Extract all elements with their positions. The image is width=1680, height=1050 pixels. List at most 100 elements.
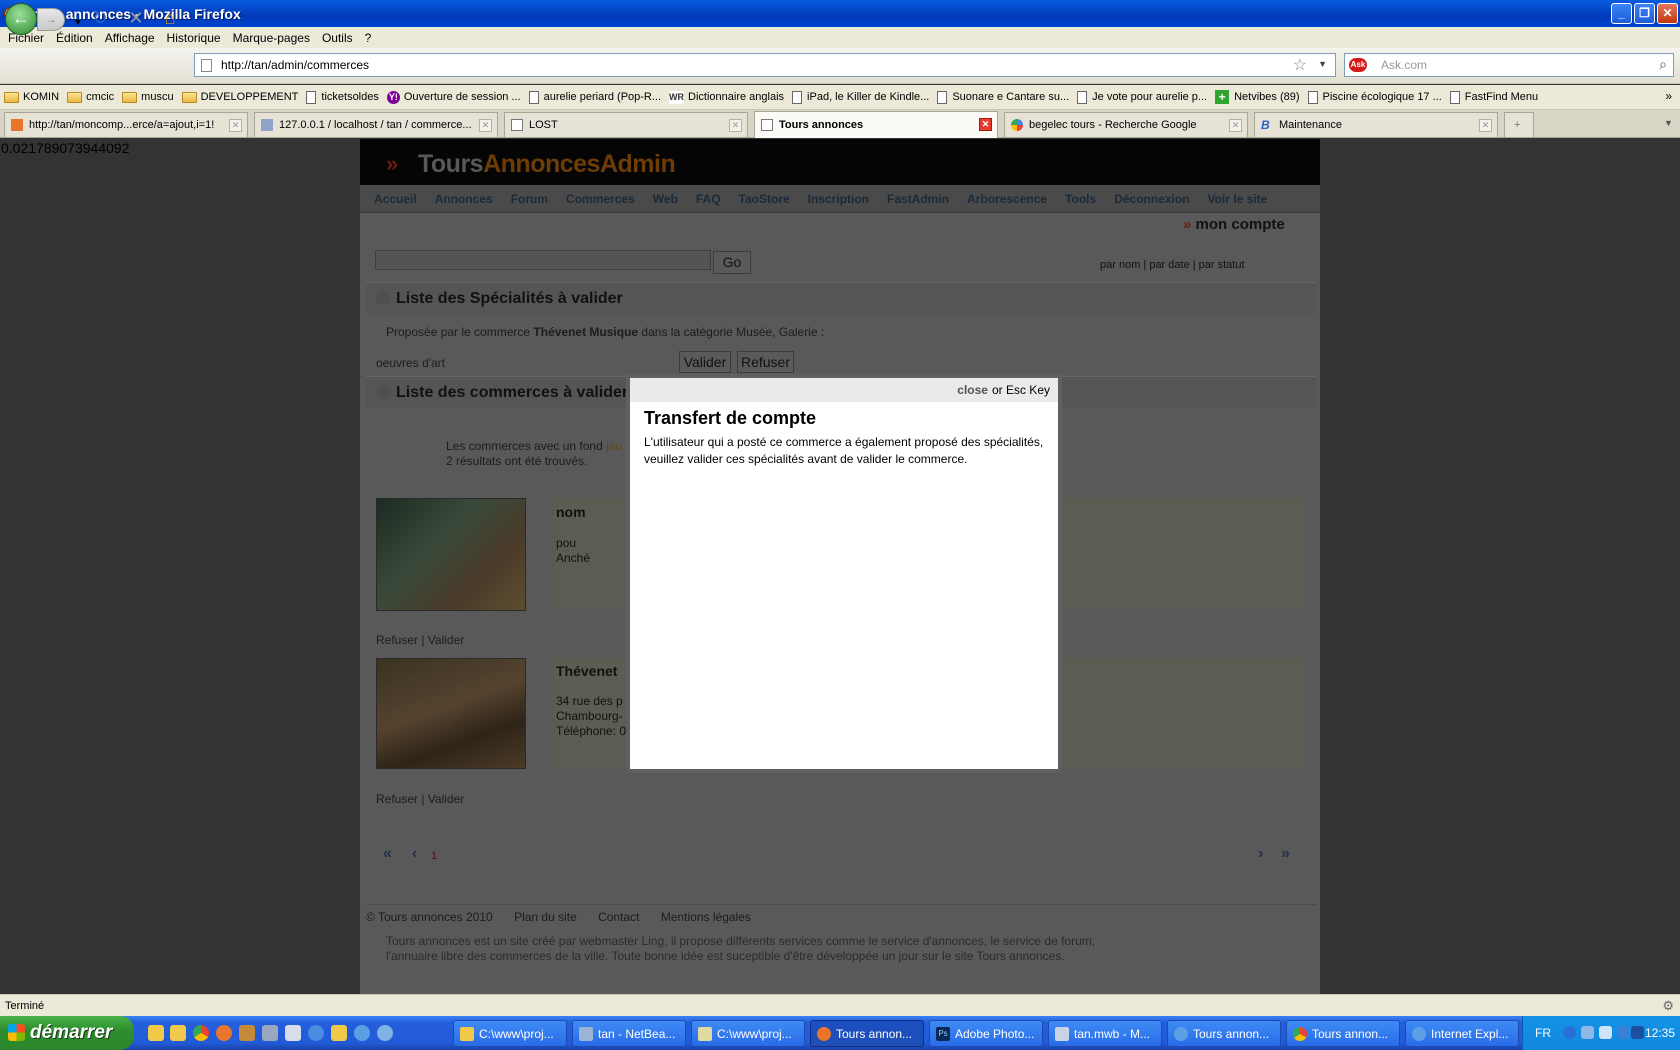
- tab-lost[interactable]: LOST ✕: [504, 112, 748, 137]
- tab-google-search[interactable]: begelec tours - Recherche Google ✕: [1004, 112, 1248, 137]
- footer-contact-link[interactable]: Contact: [598, 910, 639, 924]
- tab-list-dropdown-icon[interactable]: ▼: [1664, 118, 1673, 128]
- taskbar-item[interactable]: tan.mwb - M...: [1048, 1020, 1162, 1047]
- tray-app-icon[interactable]: [1599, 1026, 1612, 1039]
- taskbar-item[interactable]: C:\www\proj...: [691, 1020, 805, 1047]
- forward-button[interactable]: →: [37, 8, 65, 31]
- quicklaunch-chrome-icon[interactable]: [193, 1025, 209, 1041]
- tab-close-icon[interactable]: ✕: [729, 119, 742, 132]
- bookmark-fastfind[interactable]: FastFind Menu: [1449, 90, 1538, 104]
- taskbar-item[interactable]: Internet Expl...: [1405, 1020, 1519, 1047]
- maximize-button[interactable]: ❐: [1634, 3, 1655, 24]
- taskbar-item[interactable]: Tours annon...: [1286, 1020, 1400, 1047]
- quicklaunch-folder-icon[interactable]: [148, 1025, 164, 1041]
- footer-legal-link[interactable]: Mentions légales: [661, 910, 751, 924]
- menu-outils[interactable]: Outils: [316, 31, 359, 45]
- quicklaunch-firefox-icon[interactable]: [216, 1025, 232, 1041]
- new-tab-button[interactable]: +: [1504, 112, 1534, 137]
- ask-logo-icon[interactable]: Ask: [1349, 58, 1367, 72]
- nav-deconnexion[interactable]: Déconnexion: [1114, 192, 1189, 206]
- quicklaunch-globe-icon[interactable]: [377, 1025, 393, 1041]
- language-indicator[interactable]: FR: [1535, 1026, 1551, 1040]
- tab-close-icon[interactable]: ✕: [979, 118, 992, 131]
- tab-close-icon[interactable]: ✕: [479, 119, 492, 132]
- quicklaunch-ie-icon[interactable]: [308, 1025, 324, 1041]
- tab-close-icon[interactable]: ✕: [1479, 119, 1492, 132]
- taskbar-item[interactable]: C:\www\proj...: [453, 1020, 567, 1047]
- pager-prev-icon[interactable]: ‹: [412, 845, 417, 863]
- footer-plan-link[interactable]: Plan du site: [514, 910, 577, 924]
- close-window-button[interactable]: ✕: [1657, 3, 1678, 24]
- history-dropdown-icon[interactable]: ▼: [66, 10, 90, 34]
- account-link[interactable]: » mon compte: [1183, 216, 1285, 233]
- nav-web[interactable]: Web: [653, 192, 678, 206]
- nav-faq[interactable]: FAQ: [696, 192, 721, 206]
- taskbar-item[interactable]: Tours annon...: [1167, 1020, 1281, 1047]
- nav-forum[interactable]: Forum: [511, 192, 548, 206]
- bookmark-komin[interactable]: KOMIN: [4, 91, 59, 103]
- bookmark-suonare[interactable]: Suonare e Cantare su...: [937, 90, 1069, 104]
- nav-tools[interactable]: Tools: [1065, 192, 1096, 206]
- quicklaunch-ie-icon[interactable]: [354, 1025, 370, 1041]
- bookmark-muscu[interactable]: muscu: [122, 91, 174, 103]
- refuse-validate-links[interactable]: Refuser | Valider: [376, 792, 464, 806]
- nav-accueil[interactable]: Accueil: [374, 192, 417, 206]
- modal-close-link[interactable]: close: [957, 383, 988, 397]
- validate-specialite-button[interactable]: Valider: [679, 351, 731, 373]
- site-logo[interactable]: ToursAnnoncesAdmin: [418, 150, 676, 179]
- nav-fastadmin[interactable]: FastAdmin: [887, 192, 949, 206]
- menu-affichage[interactable]: Affichage: [99, 31, 161, 45]
- url-dropdown-icon[interactable]: ▼: [1318, 59, 1327, 69]
- menu-marque-pages[interactable]: Marque-pages: [227, 31, 316, 45]
- security-shield-icon[interactable]: [1631, 1026, 1644, 1039]
- reload-icon[interactable]: ↻: [88, 6, 112, 30]
- bookmark-cmcic[interactable]: cmcic: [67, 91, 114, 103]
- tray-arrow-icon[interactable]: [1563, 1026, 1576, 1039]
- bookmark-dictionnaire[interactable]: WR Dictionnaire anglais: [669, 90, 784, 104]
- nav-taostore[interactable]: TaoStore: [739, 192, 790, 206]
- pager-next-icon[interactable]: ›: [1258, 845, 1263, 863]
- refuse-validate-links[interactable]: Refuser | Valider: [376, 633, 464, 647]
- bookmark-netvibes[interactable]: + Netvibes (89): [1215, 90, 1300, 104]
- tab-moncompte[interactable]: http://tan/moncomp...erce/a=ajout,i=1! ✕: [4, 112, 248, 137]
- bookmark-aurelie-periard[interactable]: aurelie periard (Pop-R...: [528, 90, 661, 104]
- quicklaunch-folder-icon[interactable]: [331, 1025, 347, 1041]
- tab-close-icon[interactable]: ✕: [1229, 119, 1242, 132]
- taskbar-item[interactable]: Ps Adobe Photo...: [929, 1020, 1043, 1047]
- quicklaunch-explorer-icon[interactable]: [170, 1025, 186, 1041]
- tab-tours-annonces[interactable]: Tours annonces ✕: [754, 111, 998, 138]
- stop-icon[interactable]: ✕: [124, 6, 148, 30]
- refuse-specialite-button[interactable]: Refuser: [737, 351, 794, 373]
- taskbar-item[interactable]: tan - NetBea...: [572, 1020, 686, 1047]
- site-search-input[interactable]: [375, 250, 711, 270]
- url-bar[interactable]: http://tan/admin/commerces ☆ ▼: [194, 53, 1336, 77]
- bookmark-ouverture-session[interactable]: Y! Ouverture de session ...: [386, 90, 521, 104]
- bluetooth-icon[interactable]: [1617, 1026, 1630, 1039]
- bookmark-ipad[interactable]: iPad, le Killer de Kindle...: [792, 90, 929, 104]
- nav-commerces[interactable]: Commerces: [566, 192, 635, 206]
- network-icon[interactable]: [1581, 1026, 1594, 1039]
- nav-inscription[interactable]: Inscription: [808, 192, 869, 206]
- nav-arborescence[interactable]: Arborescence: [967, 192, 1047, 206]
- back-button[interactable]: ←: [5, 3, 37, 35]
- quicklaunch-messenger-icon[interactable]: [239, 1025, 255, 1041]
- go-button[interactable]: Go: [713, 251, 751, 274]
- search-icon[interactable]: ⌕: [1659, 56, 1667, 73]
- nav-voir-le-site[interactable]: Voir le site: [1208, 192, 1268, 206]
- bookmark-ticketsoldes[interactable]: ticketsoldes: [306, 90, 379, 104]
- resize-grip-icon[interactable]: ⚙: [1662, 998, 1674, 1014]
- search-bar[interactable]: Ask Ask.com ⌕: [1344, 53, 1674, 77]
- minimize-button[interactable]: _: [1611, 3, 1632, 24]
- commerce-thumbnail[interactable]: [376, 498, 526, 611]
- bookmarks-overflow-icon[interactable]: »: [1665, 89, 1672, 103]
- bookmark-piscine[interactable]: Piscine écologique 17 ...: [1307, 90, 1442, 104]
- menu-historique[interactable]: Historique: [161, 31, 227, 45]
- commerce-name[interactable]: nom: [556, 504, 586, 520]
- tab-phpmyadmin[interactable]: 127.0.0.1 / localhost / tan / commerce..…: [254, 112, 498, 137]
- taskbar-item[interactable]: Tours annon...: [810, 1020, 924, 1047]
- bookmark-developpement[interactable]: DEVELOPPEMENT: [181, 91, 298, 103]
- start-button[interactable]: démarrer: [0, 1016, 134, 1050]
- tab-close-icon[interactable]: ✕: [229, 119, 242, 132]
- commerce-name[interactable]: Thévenet: [556, 663, 617, 679]
- quicklaunch-app-icon[interactable]: [285, 1025, 301, 1041]
